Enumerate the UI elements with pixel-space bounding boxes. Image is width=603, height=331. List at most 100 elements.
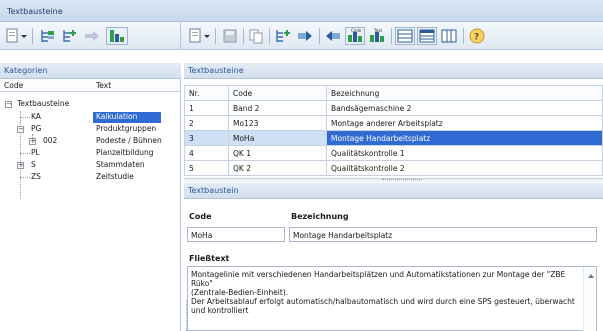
window-title: Textbausteine bbox=[0, 0, 603, 22]
text-column-icon: Text bbox=[370, 28, 384, 42]
textarea-scrollbar[interactable] bbox=[583, 267, 596, 331]
collapse-icon[interactable]: − bbox=[5, 101, 12, 108]
tree-item-zs-code[interactable]: ZS bbox=[31, 172, 41, 183]
table-row[interactable]: 1 Band 2 Bandsägemaschine 2 bbox=[184, 100, 603, 116]
move-right-button[interactable] bbox=[82, 27, 102, 45]
tree-root[interactable]: Textbausteine bbox=[17, 99, 69, 110]
new-entry-dropdown-button[interactable] bbox=[189, 27, 211, 45]
insert-button[interactable] bbox=[295, 27, 315, 45]
textbausteine-toolbar: Code Text ? bbox=[181, 22, 603, 50]
code-column-icon: Code bbox=[348, 28, 362, 42]
move-right-icon bbox=[85, 31, 99, 41]
fliesstext-line: Der Arbeitsablauf erfolgt automatisch/ha… bbox=[191, 297, 575, 306]
help-button[interactable]: ? bbox=[467, 27, 487, 45]
cell-code[interactable]: QK 2 bbox=[228, 160, 327, 176]
expand-icon[interactable]: + bbox=[17, 162, 24, 169]
table-row-selected[interactable]: 3 MoHa Montage Handarbeitsplatz bbox=[184, 130, 603, 146]
dotted-divider bbox=[186, 300, 187, 331]
cell-code[interactable]: Mo123 bbox=[228, 115, 327, 131]
col-code[interactable]: Code bbox=[4, 81, 23, 90]
help-icon: ? bbox=[469, 28, 485, 44]
columns-icon bbox=[441, 29, 457, 43]
col-text[interactable]: Text bbox=[96, 81, 111, 90]
add-category-button[interactable] bbox=[38, 27, 58, 45]
scroll-up-icon bbox=[588, 274, 594, 278]
tree-view-button[interactable] bbox=[106, 27, 128, 45]
new-dropdown-icon bbox=[189, 28, 210, 43]
category-toolbar bbox=[0, 22, 181, 50]
fliesstext-line: und kontrolliert bbox=[191, 306, 249, 315]
delete-button[interactable] bbox=[323, 27, 343, 45]
tree-item-s-text[interactable]: Stammdaten bbox=[96, 160, 145, 171]
table-row[interactable]: 5 QK 2 Qualitätskontrolle 2 bbox=[184, 160, 603, 176]
cell-nr[interactable]: 5 bbox=[184, 160, 229, 176]
copy-button[interactable] bbox=[247, 27, 265, 45]
tree-item-002-text[interactable]: Podeste / Bühnen bbox=[96, 136, 162, 147]
add-entry-button[interactable] bbox=[273, 27, 293, 45]
code-column-button[interactable]: Code bbox=[345, 27, 365, 45]
insert-icon bbox=[298, 31, 312, 41]
tree-item-ka-text[interactable]: Kalkulation bbox=[93, 112, 161, 123]
svg-text:Code: Code bbox=[351, 28, 362, 33]
grid-view-icon bbox=[397, 29, 413, 43]
add-icon bbox=[276, 30, 290, 42]
grid-header-row: Nr. Code Bezeichnung bbox=[184, 85, 603, 101]
table-row[interactable]: 4 QK 1 Qualitätskontrolle 1 bbox=[184, 145, 603, 161]
splitter-grip[interactable] bbox=[382, 179, 422, 181]
add-subcategory-icon bbox=[63, 30, 76, 42]
new-dropdown-icon bbox=[6, 28, 27, 43]
textbausteine-header: Textbausteine bbox=[184, 63, 603, 79]
categories-column-header: Code Text bbox=[0, 79, 180, 92]
textbausteine-grid: Nr. Code Bezeichnung 1 Band 2 Bandsägema… bbox=[184, 85, 603, 177]
col-nr[interactable]: Nr. bbox=[184, 85, 229, 101]
add-subcategory-button[interactable] bbox=[60, 27, 80, 45]
cell-nr[interactable]: 3 bbox=[184, 130, 229, 146]
cell-code[interactable]: MoHa bbox=[228, 130, 327, 146]
new-dropdown-button[interactable] bbox=[6, 27, 28, 45]
tree-item-ka-code[interactable]: KA bbox=[31, 112, 41, 123]
categories-header: Kategorien bbox=[0, 63, 181, 79]
cell-bezeichnung[interactable]: Montage anderer Arbeitsplatz bbox=[326, 115, 603, 131]
fliesstext-line: Montagelinie mit verschiedenen Handarbei… bbox=[191, 270, 566, 288]
cell-bezeichnung[interactable]: Montage Handarbeitsplatz bbox=[326, 130, 603, 146]
expand-icon[interactable]: + bbox=[29, 138, 36, 145]
copy-icon bbox=[249, 29, 263, 44]
cell-code[interactable]: Band 2 bbox=[228, 100, 327, 116]
table-view-button[interactable] bbox=[417, 27, 437, 45]
svg-text:Text: Text bbox=[373, 28, 383, 33]
cell-nr[interactable]: 2 bbox=[184, 115, 229, 131]
save-button[interactable] bbox=[221, 27, 239, 45]
grid-view-button[interactable] bbox=[395, 27, 415, 45]
cell-bezeichnung[interactable]: Bandsägemaschine 2 bbox=[326, 100, 603, 116]
table-row[interactable]: 2 Mo123 Montage anderer Arbeitsplatz bbox=[184, 115, 603, 131]
cell-nr[interactable]: 4 bbox=[184, 145, 229, 161]
cell-bezeichnung[interactable]: Qualitätskontrolle 2 bbox=[326, 160, 603, 176]
collapse-icon[interactable]: − bbox=[17, 126, 24, 133]
fliesstext-textarea[interactable]: Montagelinie mit verschiedenen Handarbei… bbox=[187, 266, 597, 331]
cell-code[interactable]: QK 1 bbox=[228, 145, 327, 161]
fliesstext-line: (Zentrale-Bedien-Einheit). bbox=[191, 288, 289, 297]
text-column-button[interactable]: Text bbox=[367, 27, 387, 45]
categories-tree: Code Text − Textbausteine KA Kalkulation… bbox=[0, 79, 181, 331]
col-code[interactable]: Code bbox=[228, 85, 327, 101]
col-bezeichnung[interactable]: Bezeichnung bbox=[326, 85, 603, 101]
svg-text:?: ? bbox=[474, 33, 479, 43]
tree-item-zs-text[interactable]: Zeitstudie bbox=[96, 172, 134, 183]
tree-item-pg-text[interactable]: Produktgruppen bbox=[96, 124, 156, 135]
tree-item-pg-code[interactable]: PG bbox=[31, 124, 41, 135]
tree-item-pl-text[interactable]: Planzeitbildung bbox=[96, 148, 154, 159]
columns-button[interactable] bbox=[439, 27, 459, 45]
code-field[interactable]: MoHa bbox=[187, 227, 285, 242]
tree-item-s-code[interactable]: S bbox=[31, 160, 36, 171]
delete-icon bbox=[326, 31, 340, 41]
bezeichnung-field[interactable]: Montage Handarbeitsplatz bbox=[289, 227, 597, 242]
save-icon bbox=[223, 29, 237, 43]
add-category-icon bbox=[41, 30, 54, 42]
tree-item-pl-code[interactable]: PL bbox=[31, 148, 40, 159]
tree-item-002-code[interactable]: 002 bbox=[43, 136, 57, 147]
bezeichnung-label: Bezeichnung bbox=[291, 212, 349, 221]
textbaustein-header: Textbaustein bbox=[184, 183, 603, 199]
cell-bezeichnung[interactable]: Qualitätskontrolle 1 bbox=[326, 145, 603, 161]
tree-view-icon bbox=[110, 30, 124, 42]
cell-nr[interactable]: 1 bbox=[184, 100, 229, 116]
